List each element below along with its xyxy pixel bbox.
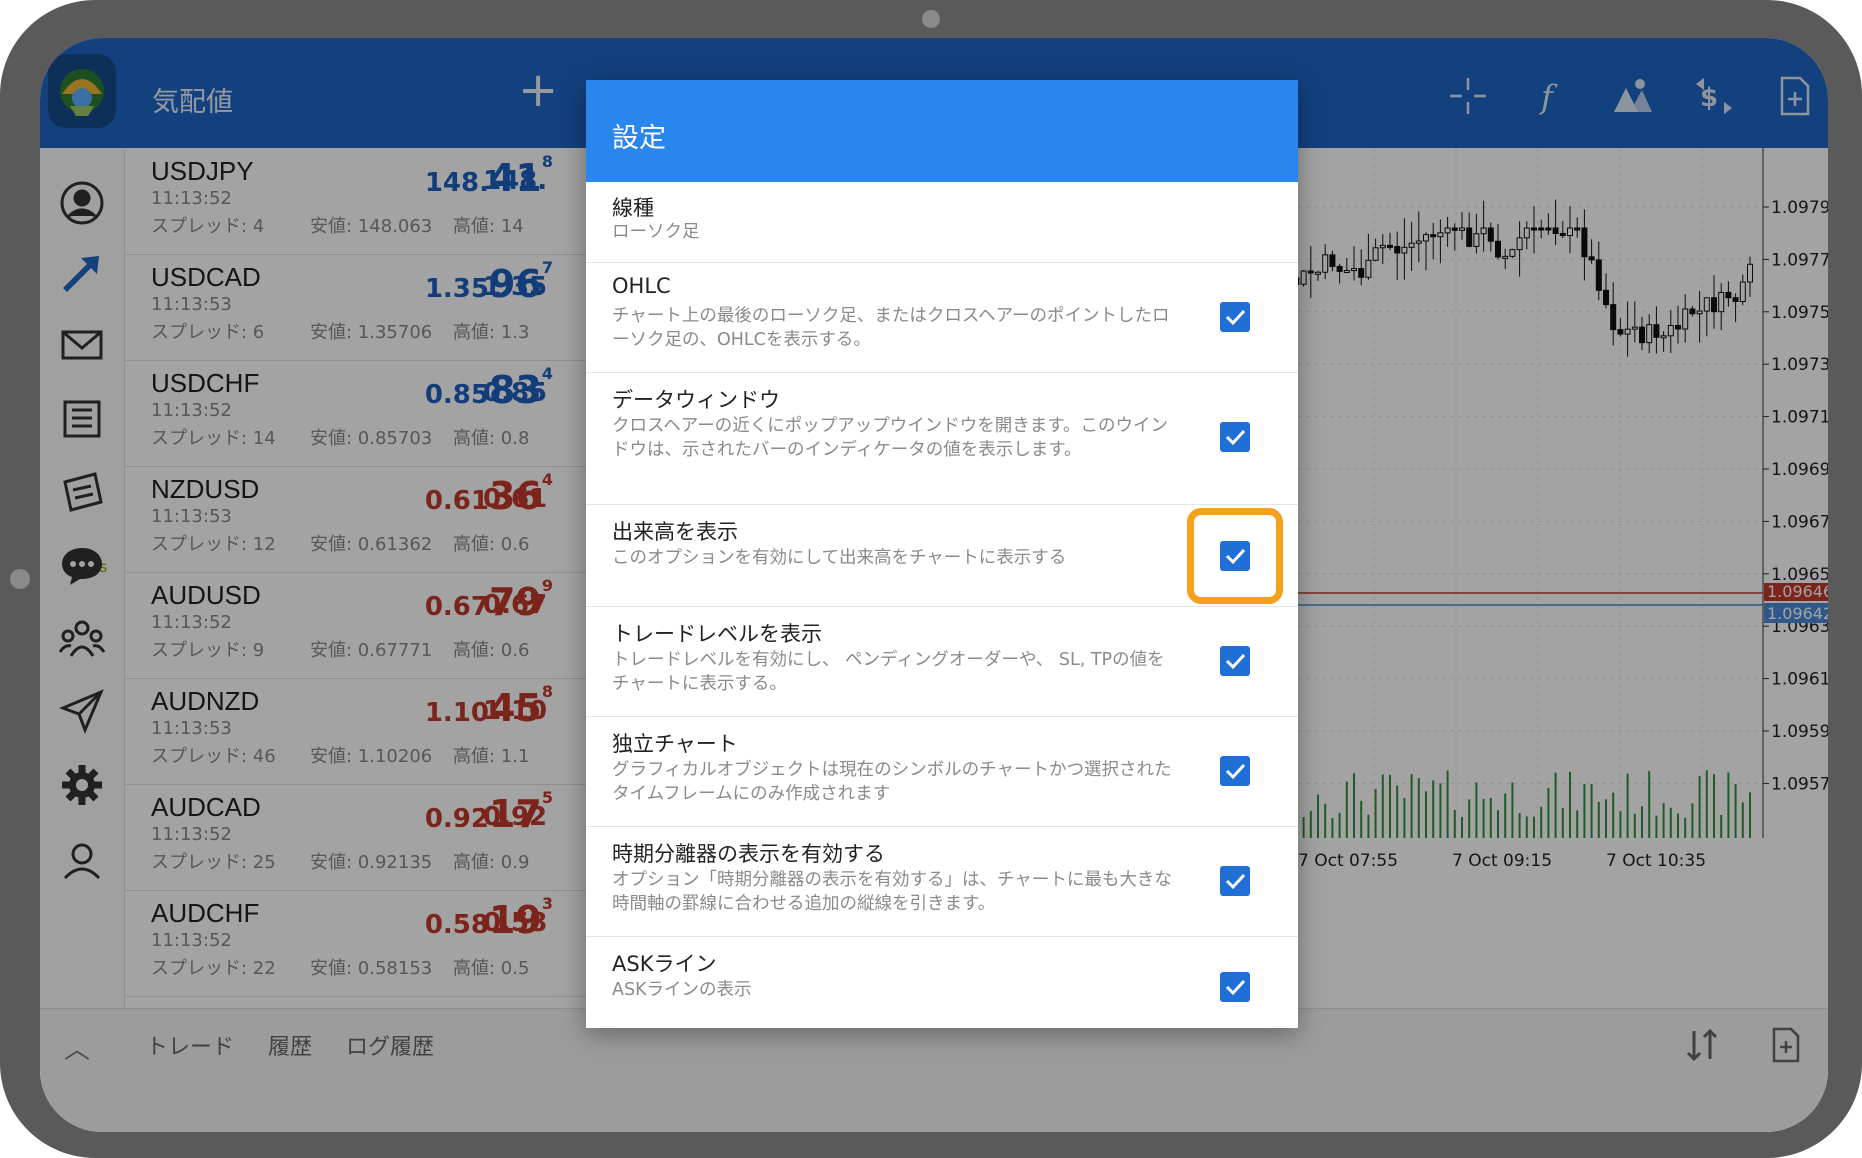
show-volume-checkbox[interactable] <box>1220 541 1250 571</box>
option-period-separators[interactable]: 時期分離器の表示を有効する オプション「時期分離器の表示を有効する」は、チャート… <box>586 826 1298 937</box>
option-ohlc[interactable]: OHLC チャート上の最後のローソク足、またはクロスヘアーのポイントしたローソク… <box>586 262 1298 373</box>
data-window-checkbox[interactable] <box>1220 422 1250 452</box>
option-desc: オプション「時期分離器の表示を有効する」は、チャートに最も大きな時間軸の罫線に合… <box>612 870 1172 914</box>
option-desc: グラフィカルオブジェクトは現在のシンボルのチャートかつ選択されたタイムフレームに… <box>612 760 1172 804</box>
option-ask-line[interactable]: ASKライン ASKラインの表示 <box>586 936 1298 1028</box>
camera-dot <box>922 10 940 28</box>
option-title: OHLC <box>612 274 671 298</box>
option-title: 時期分離器の表示を有効する <box>612 842 885 866</box>
option-independent-chart[interactable]: 独立チャート グラフィカルオブジェクトは現在のシンボルのチャートかつ選択されたタ… <box>586 716 1298 827</box>
option-title: 線種 <box>612 196 654 220</box>
trade-levels-checkbox[interactable] <box>1220 646 1250 676</box>
settings-dialog: 設定 線種 ローソク足 OHLC チャート上の最後のローソク足、またはクロスヘア… <box>586 80 1298 1028</box>
option-line-type[interactable]: 線種 ローソク足 <box>586 182 1298 263</box>
side-button <box>10 569 30 589</box>
dialog-title: 設定 <box>612 123 666 154</box>
option-title: 出来高を表示 <box>612 520 738 544</box>
option-desc: クロスヘアーの近くにポップアップウインドウを開きます。このウインドウは、示された… <box>612 416 1168 460</box>
option-title: データウィンドウ <box>612 388 780 412</box>
option-title: トレードレベルを表示 <box>612 622 822 646</box>
option-desc: ローソク足 <box>612 222 700 242</box>
option-show-volume[interactable]: 出来高を表示 このオプションを有効にして出来高をチャートに表示する <box>586 504 1298 607</box>
app-screen: 気配値 + f $ Ads <box>40 38 1828 1132</box>
dialog-header: 設定 <box>586 80 1298 182</box>
option-desc: ASKラインの表示 <box>612 980 752 1000</box>
ask-line-checkbox[interactable] <box>1220 972 1250 1002</box>
option-title: 独立チャート <box>612 732 738 756</box>
option-data-window[interactable]: データウィンドウ クロスヘアーの近くにポップアップウインドウを開きます。このウイ… <box>586 372 1298 505</box>
period-separators-checkbox[interactable] <box>1220 866 1250 896</box>
option-desc: このオプションを有効にして出来高をチャートに表示する <box>612 548 1067 568</box>
independent-chart-checkbox[interactable] <box>1220 756 1250 786</box>
option-trade-levels[interactable]: トレードレベルを表示 トレードレベルを有効にし、 ペンディングオーダーや、 SL… <box>586 606 1298 717</box>
option-title: ASKライン <box>612 952 717 976</box>
option-desc: チャート上の最後のローソク足、またはクロスヘアーのポイントしたローソク足の、OH… <box>612 306 1170 350</box>
option-desc: トレードレベルを有効にし、 ペンディングオーダーや、 SL, TPの値をチャート… <box>612 650 1165 694</box>
ohlc-checkbox[interactable] <box>1220 302 1250 332</box>
